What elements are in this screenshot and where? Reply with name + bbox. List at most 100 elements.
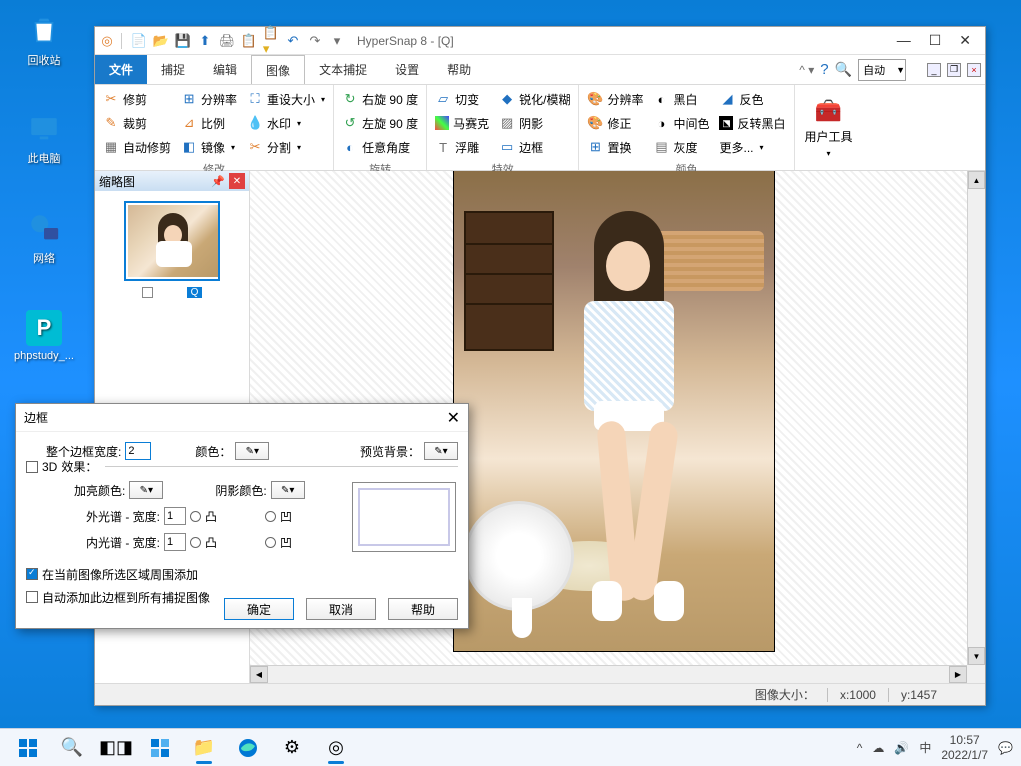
- start-button[interactable]: [8, 731, 48, 765]
- widgets-button[interactable]: [140, 731, 180, 765]
- mdi-minimize[interactable]: _: [927, 63, 941, 77]
- settings-button[interactable]: ⚙: [272, 731, 312, 765]
- scroll-up-icon[interactable]: ▲: [968, 171, 985, 189]
- outer-concave-radio[interactable]: [265, 511, 276, 522]
- help-button[interactable]: 帮助: [388, 598, 458, 620]
- thumbnail-item[interactable]: [124, 201, 220, 281]
- menu-settings[interactable]: 设置: [381, 55, 433, 84]
- split-button[interactable]: ✂分割▾: [245, 135, 327, 159]
- volume-icon[interactable]: 🔊: [894, 741, 909, 755]
- help-icon[interactable]: ?: [820, 61, 828, 78]
- mosaic-button[interactable]: 马赛克: [433, 111, 491, 135]
- dialog-close-button[interactable]: ✕: [447, 408, 460, 428]
- color-resolution-button[interactable]: 🎨分辨率: [585, 87, 645, 111]
- outer-convex-radio[interactable]: [190, 511, 201, 522]
- emboss-button[interactable]: T浮雕: [433, 135, 491, 159]
- thumbnail-checkbox[interactable]: [142, 287, 153, 298]
- menu-image[interactable]: 图像: [251, 55, 305, 84]
- trim-button[interactable]: ✂修剪: [101, 87, 173, 111]
- border-button[interactable]: ▭边框: [497, 135, 572, 159]
- horizontal-scrollbar[interactable]: ◀ ▶: [250, 665, 967, 683]
- invert-button[interactable]: ◢反色: [717, 87, 787, 111]
- mdi-close[interactable]: ×: [967, 63, 981, 77]
- redo-icon[interactable]: ↷: [307, 33, 323, 49]
- notifications-icon[interactable]: 💬: [998, 741, 1013, 755]
- blackwhite-button[interactable]: ◐黑白: [651, 87, 711, 111]
- auto-add-checkbox[interactable]: [26, 591, 38, 603]
- maximize-button[interactable]: ☐: [929, 32, 942, 49]
- highlight-color-button[interactable]: ✎▾: [129, 481, 163, 499]
- desktop-icon-recycle-bin[interactable]: 回收站: [12, 12, 76, 68]
- rotate-right-button[interactable]: ↻右旋 90 度: [340, 87, 420, 111]
- ribbon-user-tools[interactable]: 🧰 用户工具 ▾: [795, 85, 863, 170]
- qat-dropdown-icon[interactable]: ▾: [329, 33, 345, 49]
- more-colors-button[interactable]: 更多...▾: [717, 135, 787, 159]
- new-icon[interactable]: 📄: [131, 33, 147, 49]
- taskbar-clock[interactable]: 10:57 2022/1/7: [941, 733, 988, 762]
- thumbnail-close-button[interactable]: ✕: [229, 173, 245, 189]
- shadow-button[interactable]: ▨阴影: [497, 111, 572, 135]
- menu-textcapture[interactable]: 文本捕捉: [305, 55, 381, 84]
- desktop-icon-phpstudy[interactable]: P phpstudy_...: [12, 310, 76, 362]
- search-icon[interactable]: 🔍: [835, 61, 852, 78]
- minimize-button[interactable]: —: [897, 32, 911, 49]
- inner-width-input[interactable]: [164, 533, 186, 551]
- replace-button[interactable]: ⊞置换: [585, 135, 645, 159]
- edge-button[interactable]: [228, 731, 268, 765]
- search-button[interactable]: 🔍: [52, 731, 92, 765]
- close-button[interactable]: ✕: [959, 32, 971, 49]
- menu-capture[interactable]: 捕捉: [147, 55, 199, 84]
- color-picker-button[interactable]: ✎▾: [235, 442, 269, 460]
- invert-bw-button[interactable]: ⬔反转黑白: [717, 111, 787, 135]
- watermark-button[interactable]: 💧水印▾: [245, 111, 327, 135]
- upload-icon[interactable]: ⬆: [197, 33, 213, 49]
- scroll-right-icon[interactable]: ▶: [949, 666, 967, 683]
- ime-indicator[interactable]: 中: [919, 739, 931, 756]
- desktop-icon-this-pc[interactable]: 此电脑: [12, 110, 76, 166]
- menu-edit[interactable]: 编辑: [199, 55, 251, 84]
- border-width-input[interactable]: [125, 442, 151, 460]
- grayscale-button[interactable]: ▤灰度: [651, 135, 711, 159]
- onedrive-icon[interactable]: ☁: [872, 741, 884, 755]
- preview-picker-button[interactable]: ✎▾: [424, 442, 458, 460]
- midtone-button[interactable]: ◑中间色: [651, 111, 711, 135]
- tray-expand-icon[interactable]: ^: [857, 741, 863, 755]
- taskview-button[interactable]: ◧◨: [96, 731, 136, 765]
- paste-icon[interactable]: 📋▾: [263, 33, 279, 49]
- scroll-left-icon[interactable]: ◀: [250, 666, 268, 683]
- shear-button[interactable]: ▱切变: [433, 87, 491, 111]
- autotrim-button[interactable]: ▦自动修剪: [101, 135, 173, 159]
- desktop-icon-network[interactable]: 网络: [12, 210, 76, 266]
- crop-button[interactable]: ✎裁剪: [101, 111, 173, 135]
- ratio-button[interactable]: ⊿比例: [179, 111, 239, 135]
- sharpen-button[interactable]: ◆锐化/模糊: [497, 87, 572, 111]
- print-icon[interactable]: 🖨: [219, 33, 235, 49]
- menu-help[interactable]: 帮助: [433, 55, 485, 84]
- ribbon-collapse-icon[interactable]: ^ ▾: [799, 63, 814, 77]
- shadow-color-button[interactable]: ✎▾: [271, 481, 305, 499]
- mirror-button[interactable]: ◧镜像▾: [179, 135, 239, 159]
- undo-icon[interactable]: ↶: [285, 33, 301, 49]
- menu-file[interactable]: 文件: [95, 55, 147, 84]
- outer-width-input[interactable]: [164, 507, 186, 525]
- explorer-button[interactable]: 📁: [184, 731, 224, 765]
- open-icon[interactable]: 📂: [153, 33, 169, 49]
- rotate-angle-button[interactable]: ◐任意角度: [340, 135, 420, 159]
- rotate-left-button[interactable]: ↺左旋 90 度: [340, 111, 420, 135]
- save-icon[interactable]: 💾: [175, 33, 191, 49]
- inner-convex-radio[interactable]: [190, 537, 201, 548]
- resize-button[interactable]: ⛶重设大小▾: [245, 87, 327, 111]
- 3d-checkbox[interactable]: [26, 461, 38, 473]
- pin-icon[interactable]: 📌: [211, 175, 225, 188]
- hypersnap-taskbar-button[interactable]: ◎: [316, 731, 356, 765]
- resolution-button[interactable]: ⊞分辨率: [179, 87, 239, 111]
- ok-button[interactable]: 确定: [224, 598, 294, 620]
- cancel-button[interactable]: 取消: [306, 598, 376, 620]
- correct-button[interactable]: 🎨修正: [585, 111, 645, 135]
- scroll-down-icon[interactable]: ▼: [968, 647, 985, 665]
- vertical-scrollbar[interactable]: ▲ ▼: [967, 171, 985, 665]
- inner-concave-radio[interactable]: [265, 537, 276, 548]
- copy-icon[interactable]: 📋: [241, 33, 257, 49]
- mdi-restore[interactable]: ❐: [947, 63, 961, 77]
- add-to-selection-checkbox[interactable]: [26, 568, 38, 580]
